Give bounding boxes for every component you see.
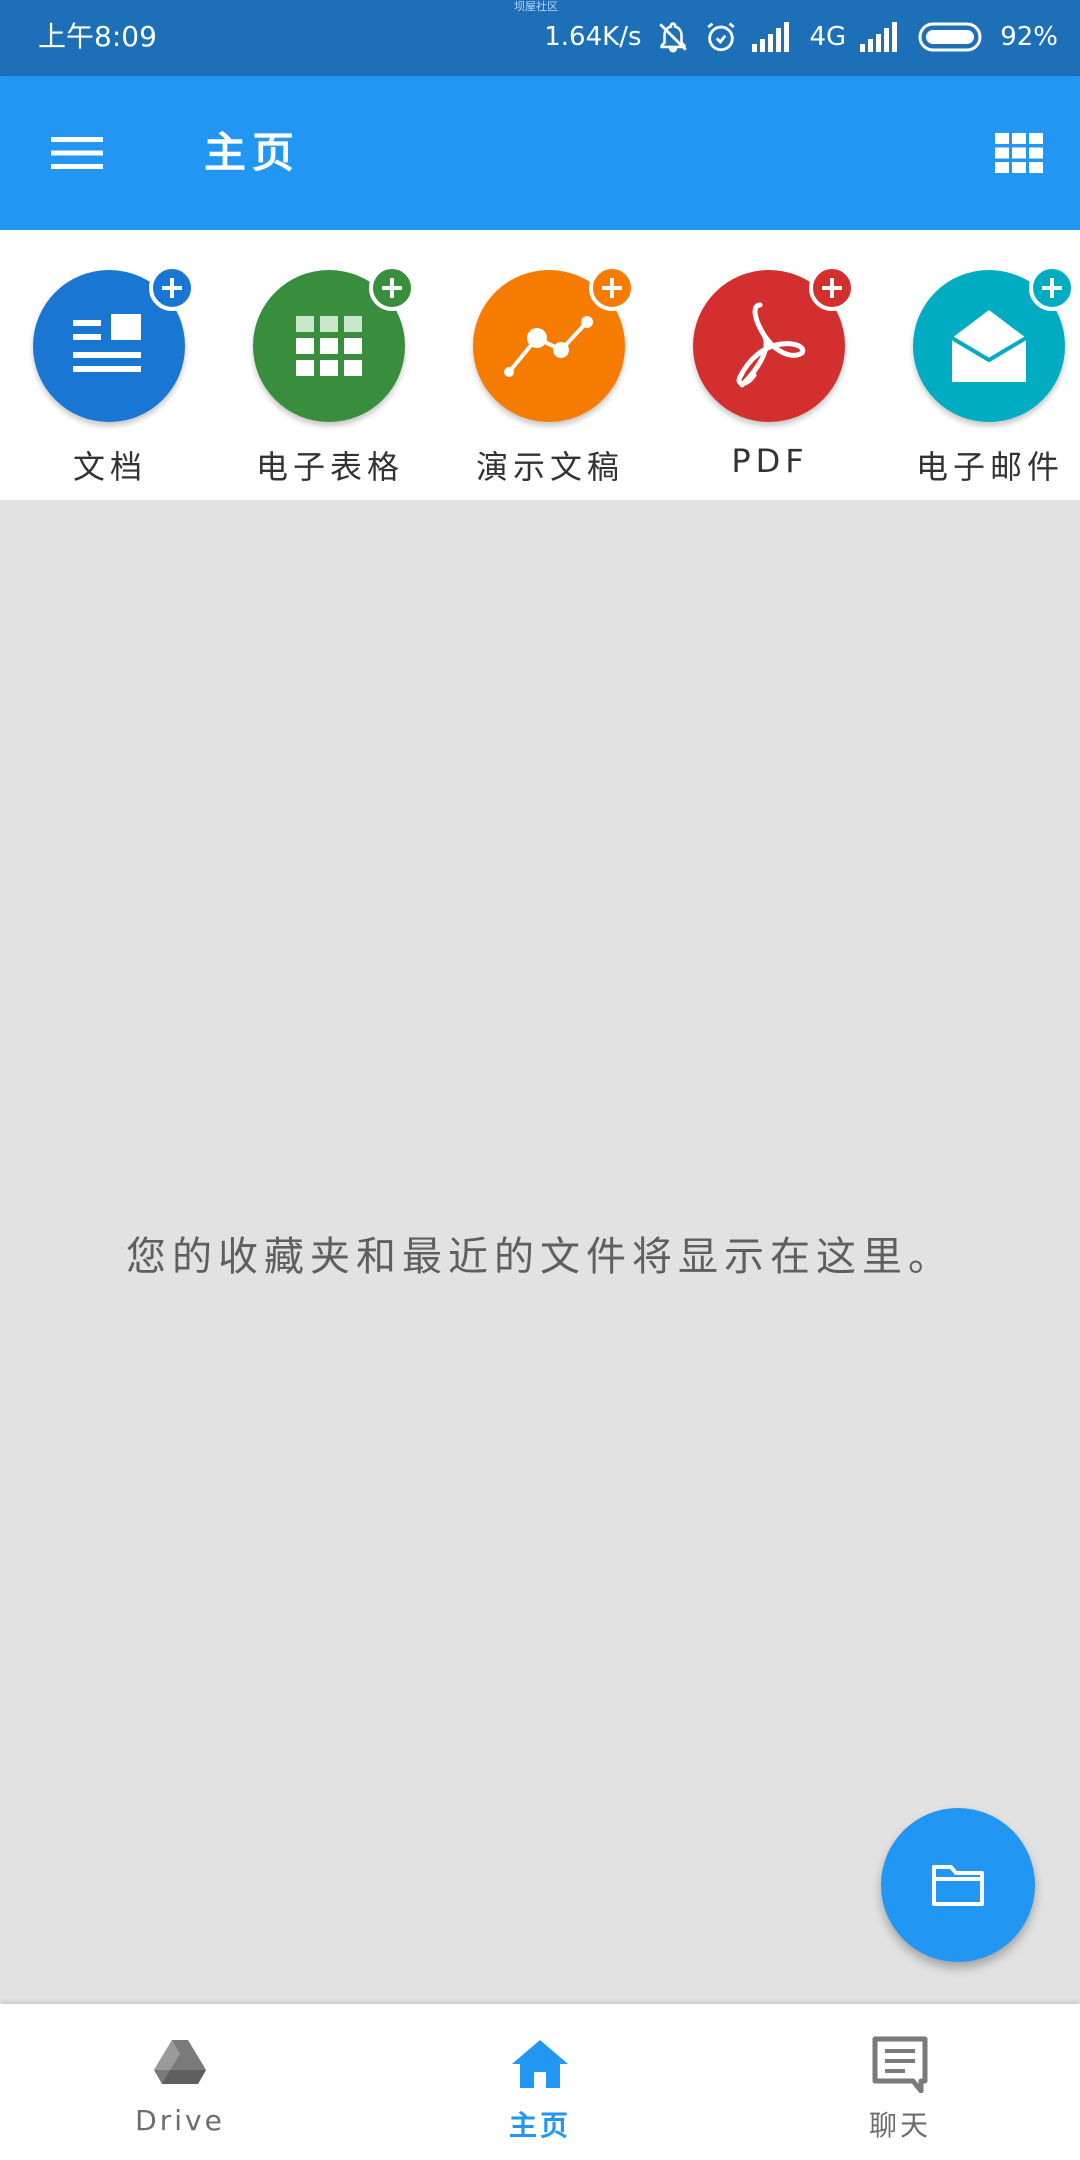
drive-icon (150, 2034, 210, 2094)
add-icon (149, 265, 195, 311)
signal-icon (751, 22, 789, 52)
grid-view-icon (995, 133, 1043, 173)
status-bar: 坝屋社区 上午8:09 1.64K/s 4G 92% (0, 0, 1080, 76)
bottom-navigation: Drive 主页 聊天 (0, 2004, 1080, 2160)
network-type: 4G (809, 22, 847, 52)
chat-icon (870, 2034, 930, 2094)
empty-state-message: 您的收藏夹和最近的文件将显示在这里。 (126, 1234, 954, 1280)
hamburger-menu-icon (51, 137, 103, 169)
add-icon (589, 265, 635, 311)
nav-home[interactable]: 主页 (360, 2004, 720, 2160)
net-speed: 1.64K/s (544, 22, 642, 52)
signal-icon (860, 22, 898, 52)
app-bar: 主页 (0, 76, 1080, 230)
shortcut-document[interactable]: 文档 (0, 230, 220, 500)
open-folder-fab[interactable] (881, 1808, 1035, 1962)
status-indicators: 1.64K/s 4G 92% (530, 17, 1058, 57)
shortcut-pdf[interactable]: PDF (660, 230, 880, 500)
grid-view-button[interactable] (988, 122, 1050, 184)
nav-chat[interactable]: 聊天 (720, 2004, 1080, 2160)
alarm-icon (706, 22, 735, 52)
nav-label: Drive (135, 2104, 225, 2137)
shortcut-email[interactable]: 电子邮件 (880, 230, 1080, 500)
add-icon (369, 265, 415, 311)
nav-label: 聊天 (868, 2109, 931, 2142)
nav-label: 主页 (508, 2109, 571, 2142)
create-shortcuts: 文档 电子表格 演示文稿 PDF 电子邮件 (0, 230, 1080, 500)
nav-drive[interactable]: Drive (0, 2004, 360, 2160)
shortcut-label: 电子邮件 (915, 448, 1064, 486)
shortcut-label: 文档 (72, 448, 147, 486)
shortcut-label: 电子表格 (255, 448, 404, 486)
notifications-off-icon (658, 22, 687, 53)
add-icon (1029, 265, 1075, 311)
shortcut-label: PDF (731, 442, 809, 480)
battery-icon (918, 22, 982, 52)
add-icon (809, 265, 855, 311)
folder-icon (932, 1865, 984, 1906)
battery-level: 92% (1000, 22, 1058, 52)
status-time: 上午8:09 (38, 20, 157, 53)
shortcut-spreadsheet[interactable]: 电子表格 (220, 230, 440, 500)
status-watermark: 坝屋社区 (514, 0, 558, 13)
shortcut-presentation[interactable]: 演示文稿 (440, 230, 660, 500)
home-icon (510, 2034, 570, 2094)
page-title: 主页 (204, 128, 301, 177)
shortcut-label: 演示文稿 (475, 448, 624, 486)
menu-button[interactable] (44, 123, 110, 183)
